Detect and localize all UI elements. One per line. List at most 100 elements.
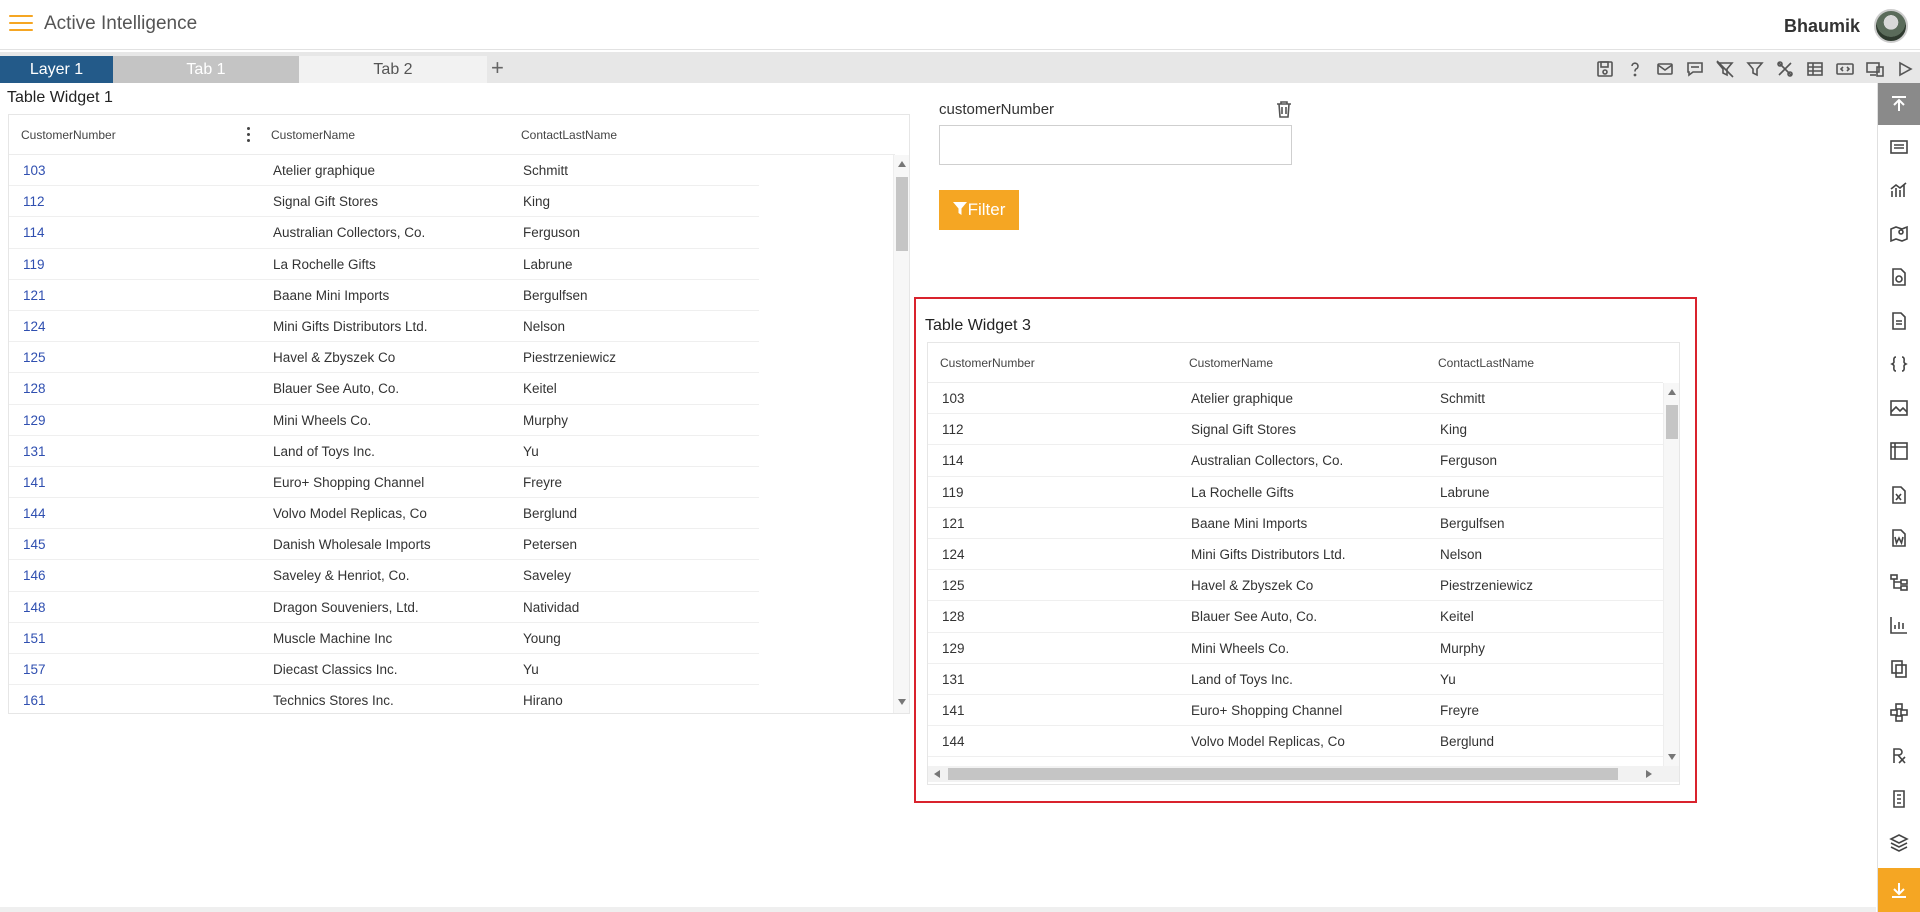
download-icon[interactable] xyxy=(1878,868,1920,912)
code-icon[interactable] xyxy=(1878,343,1920,387)
word-icon[interactable] xyxy=(1878,517,1920,561)
table-row[interactable]: 157 Diecast Classics Inc. Yu xyxy=(9,654,759,686)
comment-icon[interactable] xyxy=(1680,56,1710,82)
table-row[interactable]: 145 Danish Wholesale Imports Petersen xyxy=(9,529,759,561)
excel-icon[interactable] xyxy=(1878,473,1920,517)
table-icon[interactable] xyxy=(1800,56,1830,82)
tools-icon[interactable] xyxy=(1770,56,1800,82)
customer-number-input[interactable] xyxy=(939,125,1292,165)
scroll-thumb[interactable] xyxy=(948,768,1618,780)
scroll-top-icon[interactable] xyxy=(1878,83,1920,125)
table-row[interactable]: 129 Mini Wheels Co. Murphy xyxy=(928,633,1663,664)
table-cell[interactable]: 128 xyxy=(9,373,259,403)
column-header[interactable]: CustomerName xyxy=(259,115,509,154)
tree-icon[interactable] xyxy=(1878,560,1920,604)
table-row[interactable]: 146 Saveley & Henriot, Co. Saveley xyxy=(9,560,759,592)
column-header[interactable]: ContactLastName xyxy=(509,115,759,154)
table-row[interactable]: 131 Land of Toys Inc. Yu xyxy=(9,436,759,467)
table-cell[interactable]: 129 xyxy=(9,405,259,435)
filter-button[interactable]: Filter xyxy=(939,190,1019,230)
table-row[interactable]: 144 Volvo Model Replicas, Co Berglund xyxy=(928,726,1663,758)
table-cell[interactable]: 121 xyxy=(9,280,259,310)
table-row[interactable]: 103 Atelier graphique Schmitt xyxy=(928,383,1663,415)
layers-icon[interactable] xyxy=(1878,821,1920,865)
table-row[interactable]: 103 Atelier graphique Schmitt xyxy=(9,155,759,187)
table-row[interactable]: 151 Muscle Machine Inc Young xyxy=(9,623,759,654)
scroll-thumb[interactable] xyxy=(1666,405,1678,439)
scroll-down-icon[interactable] xyxy=(1668,754,1676,760)
vertical-scrollbar[interactable] xyxy=(893,155,909,713)
horizontal-scrollbar[interactable] xyxy=(928,766,1679,782)
table-cell[interactable]: 125 xyxy=(9,342,259,372)
scroll-thumb[interactable] xyxy=(896,177,908,251)
table-row[interactable]: 125 Havel & Zbyszek Co Piestrzeniewicz xyxy=(9,342,759,374)
scroll-up-icon[interactable] xyxy=(1668,389,1676,395)
tab-1[interactable]: Tab 1 xyxy=(113,56,299,83)
vertical-scrollbar[interactable] xyxy=(1663,383,1679,766)
table-cell[interactable]: 161 xyxy=(9,685,259,713)
play-icon[interactable] xyxy=(1890,56,1920,82)
column-header[interactable]: CustomerNumber xyxy=(9,115,259,154)
chart-icon[interactable] xyxy=(1878,169,1920,213)
user-name[interactable]: Bhaumik xyxy=(1784,16,1860,37)
table-cell[interactable]: 103 xyxy=(9,155,259,185)
mail-icon[interactable] xyxy=(1650,56,1680,82)
avatar[interactable] xyxy=(1874,9,1908,43)
column-menu-icon[interactable] xyxy=(247,127,251,143)
pivot-icon[interactable] xyxy=(1878,430,1920,474)
card-icon[interactable] xyxy=(1878,125,1920,169)
table-cell[interactable]: 124 xyxy=(9,311,259,341)
image-file-icon[interactable] xyxy=(1878,256,1920,300)
add-tab-button[interactable]: + xyxy=(491,57,504,79)
table-row[interactable]: 125 Havel & Zbyszek Co Piestrzeniewicz xyxy=(928,570,1663,602)
clear-filter-icon[interactable] xyxy=(1710,56,1740,82)
scroll-down-icon[interactable] xyxy=(898,699,906,705)
table-row[interactable]: 112 Signal Gift Stores King xyxy=(9,186,759,218)
table-row[interactable]: 128 Blauer See Auto, Co. Keitel xyxy=(9,373,759,405)
table-row[interactable]: 119 La Rochelle Gifts Labrune xyxy=(928,477,1663,508)
table-row[interactable]: 131 Land of Toys Inc. Yu xyxy=(928,664,1663,695)
table-cell[interactable]: 148 xyxy=(9,592,259,622)
table-row[interactable]: 119 La Rochelle Gifts Labrune xyxy=(9,249,759,280)
rx-icon[interactable] xyxy=(1878,734,1920,778)
table-cell[interactable]: 131 xyxy=(9,436,259,466)
column-header[interactable]: ContactLastName xyxy=(1426,343,1663,382)
tab-2[interactable]: Tab 2 xyxy=(299,56,487,83)
table-row[interactable]: 129 Mini Wheels Co. Murphy xyxy=(9,405,759,436)
table-row[interactable]: 141 Euro+ Shopping Channel Freyre xyxy=(9,467,759,499)
table-row[interactable]: 114 Australian Collectors, Co. Ferguson xyxy=(9,217,759,249)
table-row[interactable]: 141 Euro+ Shopping Channel Freyre xyxy=(928,695,1663,727)
tab-layer-1[interactable]: Layer 1 xyxy=(0,56,113,83)
table-row[interactable]: 124 Mini Gifts Distributors Ltd. Nelson xyxy=(9,311,759,343)
table-row[interactable]: 121 Baane Mini Imports Bergulfsen xyxy=(9,280,759,311)
filter-icon[interactable] xyxy=(1740,56,1770,82)
table-row[interactable]: 148 Dragon Souveniers, Ltd. Natividad xyxy=(9,592,759,623)
menu-icon[interactable] xyxy=(9,15,33,33)
table-row[interactable]: 124 Mini Gifts Distributors Ltd. Nelson xyxy=(928,539,1663,571)
table-cell[interactable]: 119 xyxy=(9,249,259,279)
column-header[interactable]: CustomerName xyxy=(1177,343,1426,382)
copy-icon[interactable] xyxy=(1878,647,1920,691)
table-row[interactable]: 121 Baane Mini Imports Bergulfsen xyxy=(928,508,1663,539)
column-header[interactable]: CustomerNumber xyxy=(928,343,1177,382)
table-row[interactable]: 112 Signal Gift Stores King xyxy=(928,414,1663,446)
table-cell[interactable]: 157 xyxy=(9,654,259,684)
table-cell[interactable]: 151 xyxy=(9,623,259,653)
trash-icon[interactable] xyxy=(1276,100,1292,118)
table-cell[interactable]: 145 xyxy=(9,529,259,559)
table-cell[interactable]: 112 xyxy=(9,186,259,216)
save-icon[interactable] xyxy=(1590,56,1620,82)
device-icon[interactable] xyxy=(1860,56,1890,82)
scroll-left-icon[interactable] xyxy=(934,770,940,778)
table-cell[interactable]: 144 xyxy=(9,498,259,528)
table-cell[interactable]: 146 xyxy=(9,560,259,590)
help-icon[interactable] xyxy=(1620,56,1650,82)
table-row[interactable]: 161 Technics Stores Inc. Hirano xyxy=(9,685,759,713)
embed-icon[interactable] xyxy=(1830,56,1860,82)
cluster-icon[interactable] xyxy=(1878,691,1920,735)
scroll-right-icon[interactable] xyxy=(1646,770,1652,778)
map-icon[interactable] xyxy=(1878,212,1920,256)
line-chart-icon[interactable] xyxy=(1878,604,1920,648)
table-cell[interactable]: 141 xyxy=(9,467,259,497)
table-row[interactable]: 114 Australian Collectors, Co. Ferguson xyxy=(928,445,1663,477)
